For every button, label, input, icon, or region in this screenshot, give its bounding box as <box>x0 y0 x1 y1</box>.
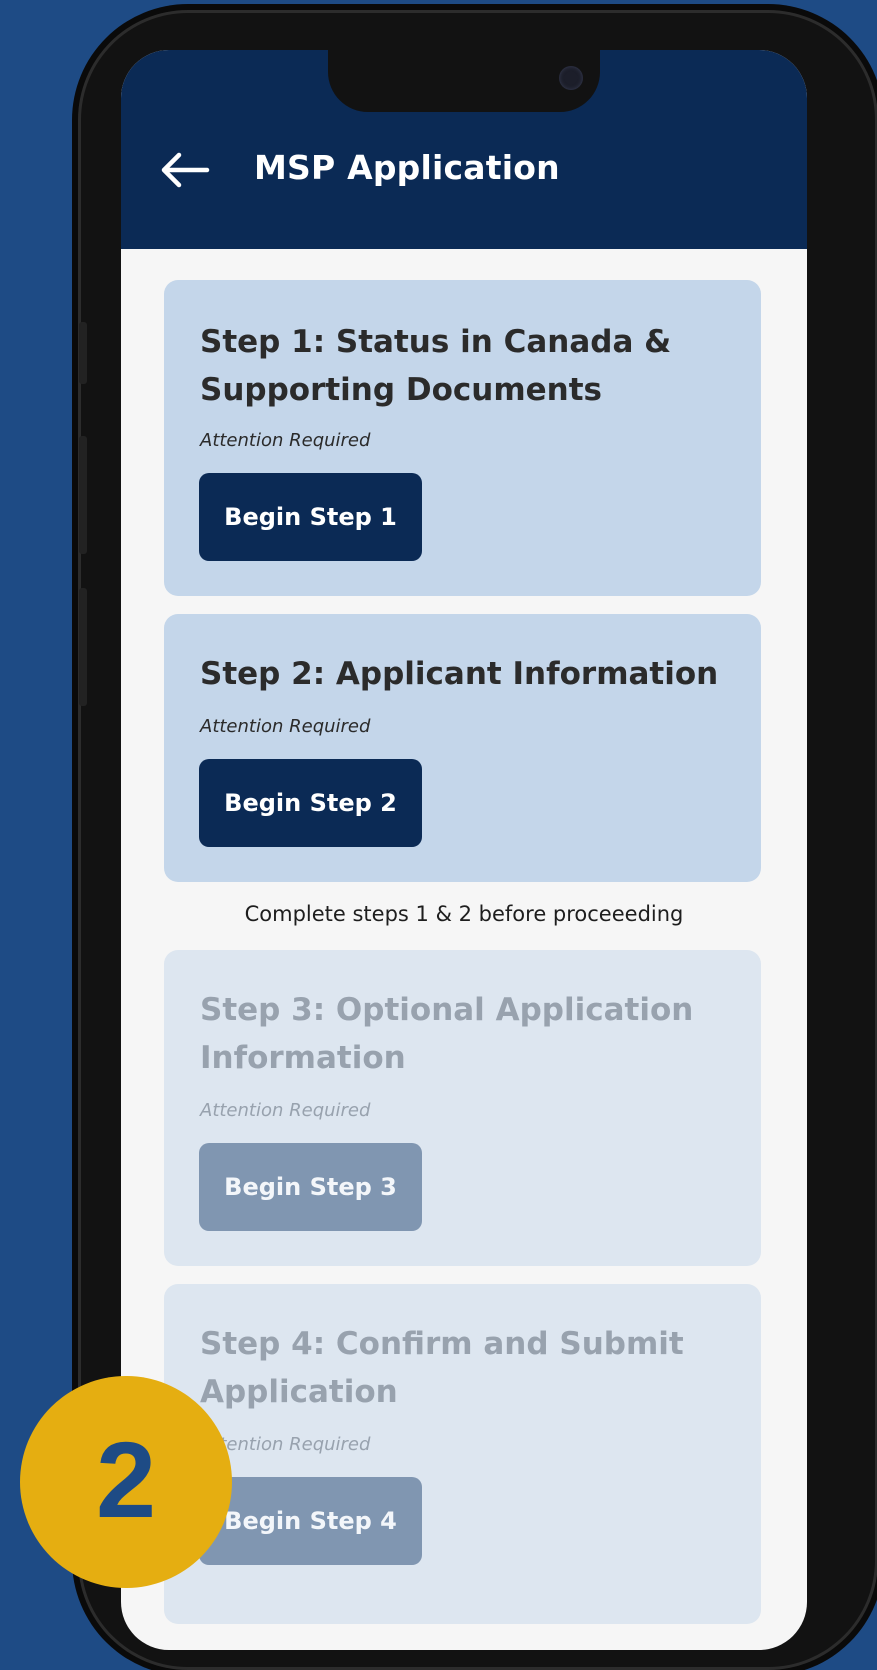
begin-step-4-button[interactable]: Begin Step 4 <box>199 1477 422 1565</box>
step-card-2: Step 2: Applicant Information Attention … <box>164 614 761 882</box>
notch <box>328 50 600 112</box>
step-status: Attention Required <box>200 430 371 451</box>
badge-number: 2 <box>95 1418 157 1540</box>
phone-screen: MSP Application Step 1: Status in Canada… <box>121 50 807 1650</box>
step-card-3: Step 3: Optional Application Information… <box>164 950 761 1266</box>
prerequisite-note: Complete steps 1 & 2 before proceeeding <box>244 902 684 926</box>
front-camera <box>559 66 583 90</box>
step-status: Attention Required <box>200 1100 371 1121</box>
mute-switch <box>79 322 87 384</box>
step-card-1: Step 1: Status in Canada & Supporting Do… <box>164 280 761 596</box>
step-title: Step 4: Confirm and Submit Application <box>200 1326 684 1410</box>
volume-down-button <box>79 588 87 706</box>
step-card-4: Step 4: Confirm and Submit Application A… <box>164 1284 761 1624</box>
step-number-badge: 2 <box>20 1376 232 1588</box>
begin-step-2-button[interactable]: Begin Step 2 <box>199 759 422 847</box>
step-status: Attention Required <box>200 716 371 737</box>
step-title: Step 2: Applicant Information <box>200 656 719 692</box>
begin-step-1-button[interactable]: Begin Step 1 <box>199 473 422 561</box>
step-title: Step 3: Optional Application Information <box>200 992 694 1076</box>
step-title: Step 1: Status in Canada & Supporting Do… <box>200 324 672 408</box>
page-title: MSP Application <box>254 148 560 187</box>
begin-step-3-button[interactable]: Begin Step 3 <box>199 1143 422 1231</box>
arrow-left-icon[interactable] <box>157 150 211 190</box>
app-header: MSP Application <box>121 50 807 249</box>
volume-up-button <box>79 436 87 554</box>
